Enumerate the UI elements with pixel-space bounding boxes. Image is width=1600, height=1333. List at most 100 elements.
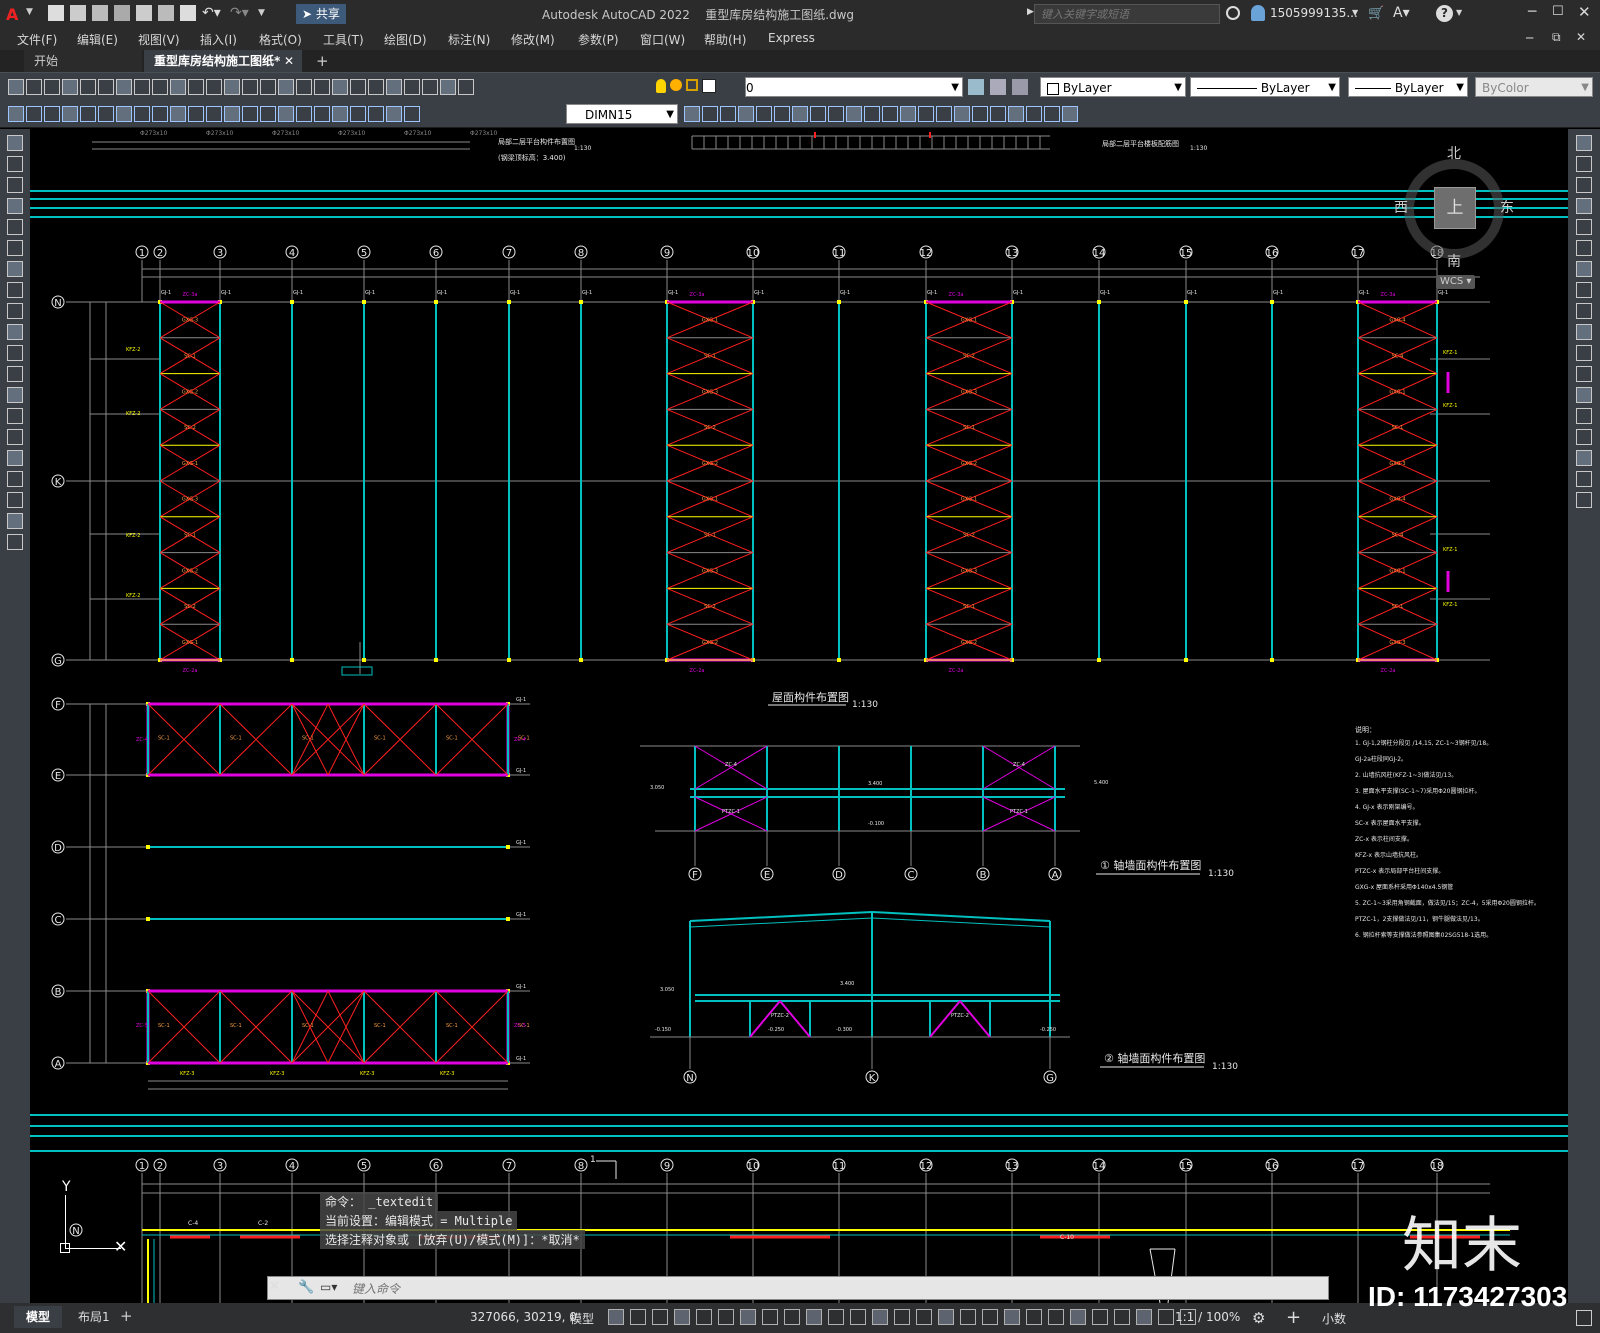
cut-icon[interactable] bbox=[134, 79, 150, 95]
block-editor-icon[interactable] bbox=[206, 79, 222, 95]
dim-break-icon[interactable] bbox=[278, 106, 294, 122]
construction-line-icon[interactable] bbox=[7, 156, 23, 172]
units-icon-icon[interactable] bbox=[1070, 1309, 1086, 1325]
dim-text-edit-2-icon[interactable] bbox=[386, 106, 402, 122]
menu-express[interactable]: Express bbox=[768, 31, 815, 45]
user-menu-arrow-icon[interactable]: ▼ bbox=[1352, 8, 1358, 17]
dim-update-2-icon[interactable] bbox=[404, 106, 420, 122]
array-icon[interactable] bbox=[774, 106, 790, 122]
viewcube-north[interactable]: 北 bbox=[1447, 143, 1461, 163]
radius-dim-icon[interactable] bbox=[134, 106, 150, 122]
break-r-icon[interactable] bbox=[1576, 387, 1592, 403]
layer-properties-icon[interactable] bbox=[458, 79, 474, 95]
tab-start[interactable]: 开始 bbox=[24, 50, 142, 72]
menu-window[interactable]: 窗口(W) bbox=[640, 31, 685, 48]
annotation-monitor-icon[interactable] bbox=[1048, 1309, 1064, 1325]
chamfer-r-icon[interactable] bbox=[1576, 429, 1592, 445]
arc-icon[interactable] bbox=[7, 240, 23, 256]
explode-r-icon[interactable] bbox=[1576, 492, 1592, 508]
insert-block-left-icon[interactable] bbox=[7, 366, 23, 382]
zoom-window-icon[interactable] bbox=[296, 79, 312, 95]
line-icon[interactable] bbox=[7, 135, 23, 151]
angular-dim-icon[interactable] bbox=[188, 106, 204, 122]
design-center-icon[interactable] bbox=[350, 79, 366, 95]
inspection-icon[interactable] bbox=[332, 106, 348, 122]
polar-icon[interactable] bbox=[718, 1309, 734, 1325]
3d-osnap-icon[interactable] bbox=[872, 1309, 888, 1325]
undo-icon[interactable]: ↶▾ bbox=[202, 5, 224, 21]
isolate-icon[interactable] bbox=[1136, 1309, 1152, 1325]
region-icon[interactable] bbox=[7, 471, 23, 487]
offset-icon[interactable] bbox=[756, 106, 772, 122]
coordinates-readout[interactable]: 327066, 30219, 0 bbox=[470, 1310, 577, 1324]
lineweight-icon[interactable] bbox=[806, 1309, 822, 1325]
circle-icon[interactable] bbox=[7, 261, 23, 277]
ungroup-icon[interactable] bbox=[1008, 106, 1024, 122]
help-icon[interactable] bbox=[440, 79, 456, 95]
menu-dimension[interactable]: 标注(N) bbox=[448, 31, 490, 48]
rotate-icon[interactable] bbox=[810, 106, 826, 122]
open-icon[interactable] bbox=[26, 79, 42, 95]
copy-r-icon[interactable] bbox=[1576, 156, 1592, 172]
close-tab-icon[interactable]: ✕ bbox=[284, 50, 294, 72]
viewcube-east[interactable]: 东 bbox=[1500, 197, 1514, 217]
redo-icon[interactable] bbox=[242, 79, 258, 95]
new-file-icon[interactable] bbox=[48, 5, 64, 21]
app-menu-arrow-icon[interactable]: ▼ bbox=[26, 7, 33, 17]
command-line[interactable]: 🔧 ▭▾ bbox=[267, 1276, 1329, 1300]
scale-icon[interactable] bbox=[828, 106, 844, 122]
rectangle-icon[interactable] bbox=[7, 219, 23, 235]
markup-icon[interactable] bbox=[404, 79, 420, 95]
save-icon[interactable] bbox=[44, 79, 60, 95]
move-icon[interactable] bbox=[792, 106, 808, 122]
undo-icon[interactable] bbox=[224, 79, 240, 95]
share-button[interactable]: ➤ 共享 bbox=[296, 4, 346, 24]
save-icon[interactable] bbox=[92, 5, 108, 21]
scale-r-icon[interactable] bbox=[1576, 282, 1592, 298]
zoom-realtime-icon[interactable] bbox=[278, 79, 294, 95]
chamfer-icon[interactable] bbox=[936, 106, 952, 122]
dim-edit-icon[interactable] bbox=[26, 106, 42, 122]
linear-dim-icon[interactable] bbox=[62, 106, 78, 122]
layout-tab-layout1[interactable]: 布局1 bbox=[66, 1306, 122, 1328]
table-icon[interactable] bbox=[7, 492, 23, 508]
menu-draw[interactable]: 绘图(D) bbox=[384, 31, 427, 48]
workspace-icon[interactable] bbox=[1026, 1309, 1042, 1325]
search-input[interactable] bbox=[1039, 6, 1213, 24]
doc-close-icon[interactable]: ✕ bbox=[1576, 30, 1586, 44]
close-window-icon[interactable]: ✕ bbox=[1578, 3, 1591, 21]
dynamic-ucs-icon[interactable] bbox=[894, 1309, 910, 1325]
array-r-icon[interactable] bbox=[1576, 219, 1592, 235]
spline-icon[interactable] bbox=[7, 303, 23, 319]
search-icon[interactable] bbox=[1226, 6, 1240, 20]
mtext-icon[interactable] bbox=[7, 513, 23, 529]
erase-icon[interactable] bbox=[702, 106, 718, 122]
jogged-dim-icon[interactable] bbox=[152, 106, 168, 122]
user-icon[interactable] bbox=[1251, 5, 1265, 21]
dim-space-icon[interactable] bbox=[260, 106, 276, 122]
point-icon[interactable] bbox=[7, 408, 23, 424]
match-properties-icon[interactable] bbox=[188, 79, 204, 95]
ordinate-dim-icon[interactable] bbox=[116, 106, 132, 122]
join-r-icon[interactable] bbox=[1576, 408, 1592, 424]
lineweight-combo[interactable]: ByLayer ▼ bbox=[1348, 77, 1468, 97]
make-block-icon[interactable] bbox=[1044, 106, 1060, 122]
menu-help[interactable]: 帮助(H) bbox=[704, 31, 746, 48]
dimstyle-combo[interactable]: DIMN15 ▼ bbox=[566, 104, 678, 124]
layer-combo[interactable]: 0 ▼ bbox=[745, 77, 963, 97]
explode-icon[interactable] bbox=[972, 106, 988, 122]
ortho-icon[interactable] bbox=[696, 1309, 712, 1325]
baseline-dim-icon[interactable] bbox=[224, 106, 240, 122]
infer-icon[interactable] bbox=[652, 1309, 668, 1325]
viewcube-south[interactable]: 南 bbox=[1447, 251, 1461, 271]
diameter-dim-icon[interactable] bbox=[170, 106, 186, 122]
publish-icon[interactable] bbox=[98, 79, 114, 95]
selection-cycling-icon[interactable] bbox=[850, 1309, 866, 1325]
layout-tab-model[interactable]: 模型 bbox=[14, 1306, 63, 1328]
fillet-r-icon[interactable] bbox=[1576, 450, 1592, 466]
auto-scale-icon[interactable] bbox=[982, 1309, 998, 1325]
lock-ui-icon[interactable] bbox=[1114, 1309, 1130, 1325]
autocad-logo-icon[interactable]: A bbox=[6, 5, 24, 24]
save-web-icon[interactable] bbox=[158, 5, 174, 21]
layer-color-swatch[interactable] bbox=[702, 79, 716, 93]
